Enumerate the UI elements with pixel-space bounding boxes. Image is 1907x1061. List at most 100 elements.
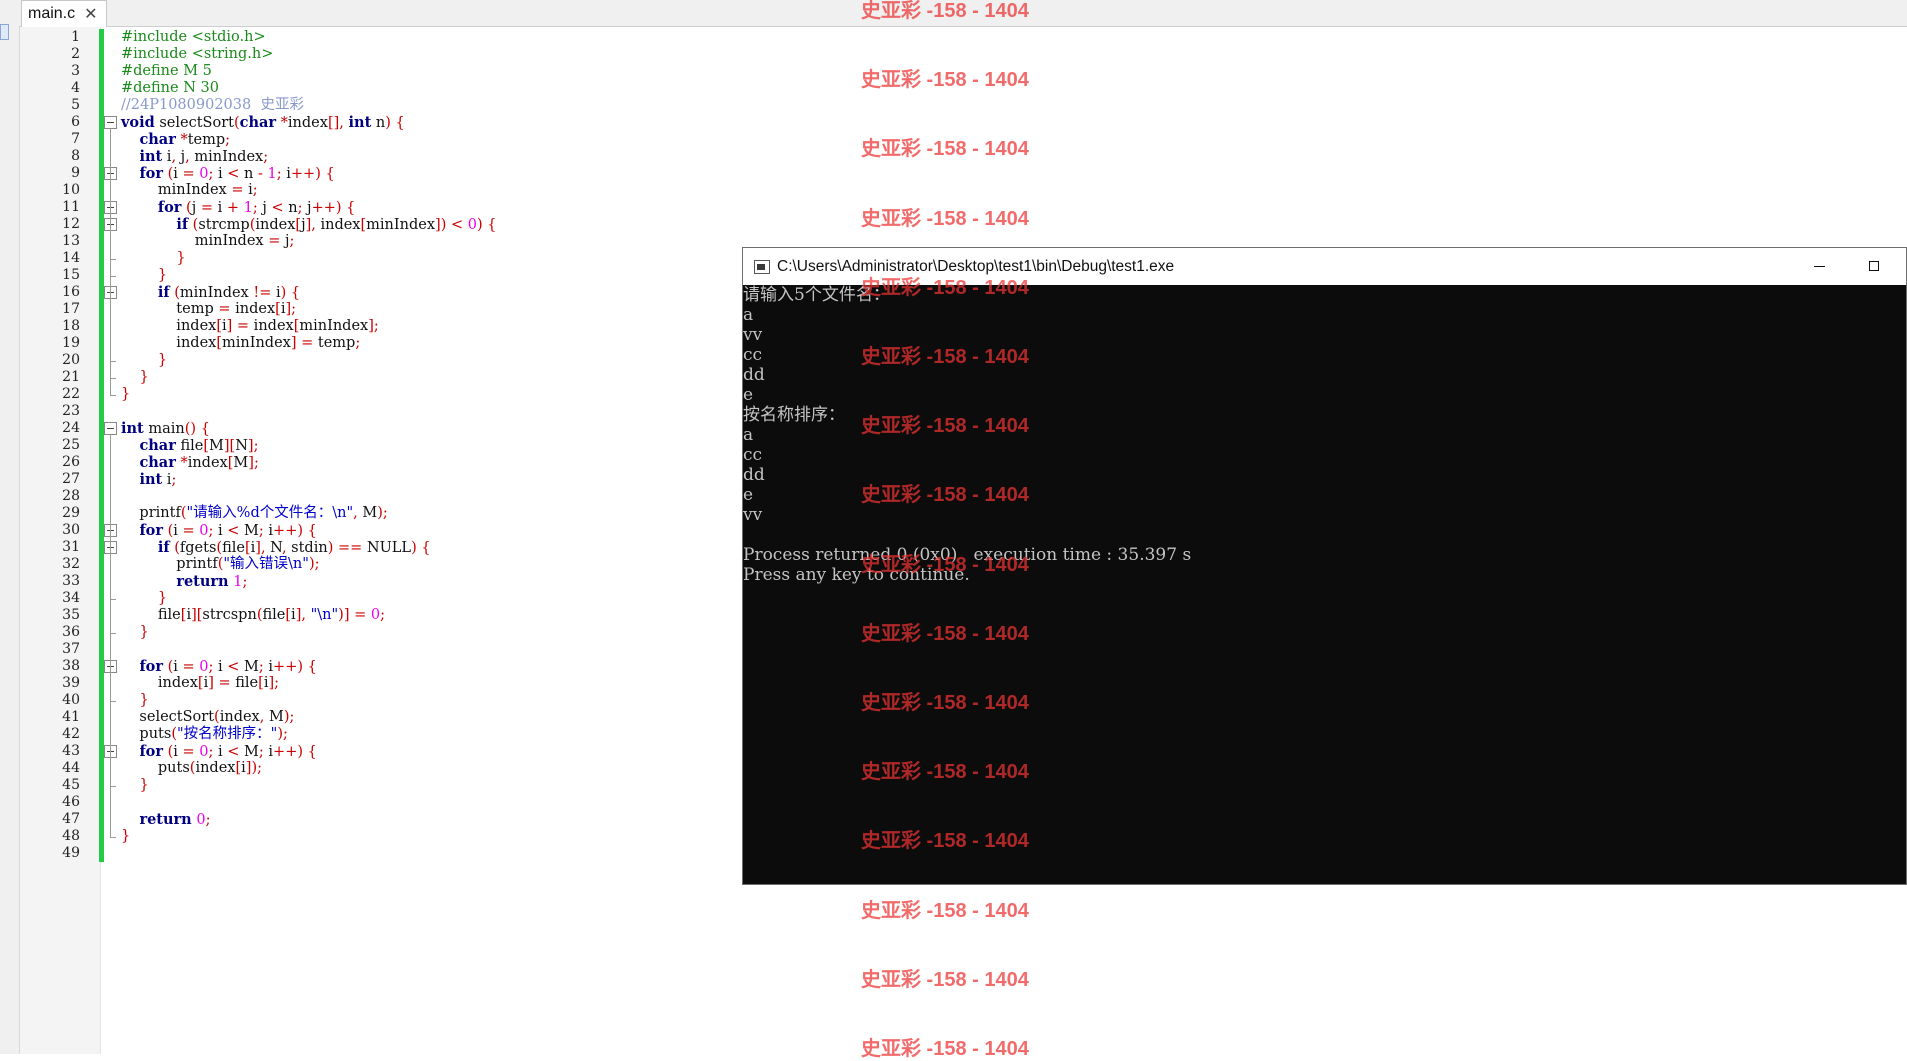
console-window[interactable]: C:\Users\Administrator\Desktop\test1\bin… — [742, 247, 1907, 885]
code-line[interactable]: printf("输入错误\n"); — [121, 556, 761, 573]
code-line[interactable]: return 0; — [121, 811, 761, 828]
line-number: 21 — [62, 369, 80, 385]
close-icon[interactable]: ✕ — [84, 4, 97, 24]
code-line[interactable]: for (j = i + 1; j < n; j++) { — [121, 199, 761, 216]
code-line[interactable]: puts(index[i]); — [121, 760, 761, 777]
left-panel-strip — [0, 0, 20, 1054]
line-number: 27 — [62, 471, 80, 487]
code-line[interactable]: minIndex = i; — [121, 182, 761, 199]
line-number: 28 — [62, 488, 80, 504]
line-number: 3 — [71, 63, 80, 79]
code-line[interactable]: for (i = 0; i < M; i++) { — [121, 658, 761, 675]
code-line[interactable]: return 1; — [121, 573, 761, 590]
line-number: 6 — [71, 114, 80, 130]
code-line[interactable]: #include <string.h> — [121, 46, 761, 63]
line-number: 47 — [62, 811, 80, 827]
line-number: 25 — [62, 437, 80, 453]
line-number: 9 — [71, 165, 80, 181]
code-line[interactable]: index[i] = file[i]; — [121, 675, 761, 692]
line-number: 23 — [62, 403, 80, 419]
fold-end-marker — [110, 259, 116, 260]
code-area[interactable]: #include <stdio.h> #include <string.h> #de… — [121, 29, 761, 862]
console-line: ​ — [743, 525, 1906, 545]
code-line[interactable]: if (fgets(file[i], N, stdin) == NULL) { — [121, 539, 761, 556]
code-line[interactable]: for (i = 0; i < n - 1; i++) { — [121, 165, 761, 182]
code-line[interactable]: } — [121, 369, 761, 386]
fold-guide-line — [110, 129, 111, 395]
code-line[interactable]: } — [121, 828, 761, 845]
code-line[interactable]: index[minIndex] = temp; — [121, 335, 761, 352]
code-line[interactable]: ​ — [121, 488, 761, 505]
fold-toggle-icon[interactable] — [104, 422, 117, 435]
code-line[interactable]: char *temp; — [121, 131, 761, 148]
console-title: C:\Users\Administrator\Desktop\test1\bin… — [777, 257, 1175, 275]
code-line[interactable]: } — [121, 590, 761, 607]
code-line[interactable]: for (i = 0; i < M; i++) { — [121, 743, 761, 760]
code-line[interactable]: int i, j, minIndex; — [121, 148, 761, 165]
console-titlebar[interactable]: C:\Users\Administrator\Desktop\test1\bin… — [743, 248, 1906, 285]
code-line[interactable]: //24P1080902038 史亚彩 — [121, 97, 761, 114]
code-line[interactable]: int main() { — [121, 420, 761, 437]
code-line[interactable]: #define M 5 — [121, 63, 761, 80]
line-number: 4 — [71, 80, 80, 96]
line-number: 33 — [62, 573, 80, 589]
fold-end-marker — [110, 276, 116, 277]
code-line[interactable]: char *index[M]; — [121, 454, 761, 471]
code-line[interactable]: } — [121, 624, 761, 641]
code-line[interactable]: ​ — [121, 641, 761, 658]
panel-handle[interactable] — [0, 24, 9, 40]
line-number: 24 — [62, 420, 80, 436]
minimize-button[interactable] — [1792, 248, 1848, 285]
console-line: Process returned 0 (0x0) execution time … — [743, 545, 1192, 565]
line-number: 16 — [62, 284, 80, 300]
code-line[interactable]: temp = index[i]; — [121, 301, 761, 318]
code-line[interactable]: void selectSort(char *index[], int n) { — [121, 114, 761, 131]
line-number: 41 — [62, 709, 80, 725]
fold-end-marker — [110, 786, 116, 787]
code-line[interactable]: minIndex = j; — [121, 233, 761, 250]
fold-end-marker — [110, 837, 116, 838]
console-line: dd — [743, 365, 765, 385]
maximize-button[interactable] — [1848, 248, 1904, 285]
code-line[interactable]: if (minIndex != i) { — [121, 284, 761, 301]
console-line: cc — [743, 445, 763, 465]
code-line[interactable]: #define N 30 — [121, 80, 761, 97]
line-number: 35 — [62, 607, 80, 623]
code-line[interactable]: } — [121, 267, 761, 284]
code-line[interactable]: } — [121, 692, 761, 709]
code-line[interactable]: printf("请输入%d个文件名：\n", M); — [121, 505, 761, 522]
code-line[interactable]: #include <stdio.h> — [121, 29, 761, 46]
code-line[interactable]: ​ — [121, 794, 761, 811]
line-number: 40 — [62, 692, 80, 708]
code-line[interactable]: char file[M][N]; — [121, 437, 761, 454]
fold-end-marker — [110, 701, 116, 702]
console-line: e — [743, 385, 754, 405]
console-line: e — [743, 485, 754, 505]
line-number: 14 — [62, 250, 80, 266]
code-line[interactable]: index[i] = index[minIndex]; — [121, 318, 761, 335]
code-line[interactable]: int i; — [121, 471, 761, 488]
code-line[interactable]: if (strcmp(index[j], index[minIndex]) < … — [121, 216, 761, 233]
line-number: 48 — [62, 828, 80, 844]
fold-toggle-icon[interactable] — [104, 116, 117, 129]
line-number: 43 — [62, 743, 80, 759]
console-output: 请输入5个文件名：avvccdde按名称排序：accddevv​Process … — [743, 285, 1906, 884]
code-line[interactable]: ​ — [121, 845, 761, 862]
code-line[interactable]: for (i = 0; i < M; i++) { — [121, 522, 761, 539]
line-number: 38 — [62, 658, 80, 674]
code-line[interactable]: } — [121, 250, 761, 267]
console-line: 按名称排序： — [743, 405, 845, 425]
code-line[interactable]: selectSort(index, M); — [121, 709, 761, 726]
console-line: a — [743, 425, 754, 445]
code-line[interactable]: ​ — [121, 403, 761, 420]
code-line[interactable]: puts("按名称排序："); — [121, 726, 761, 743]
console-line: dd — [743, 465, 765, 485]
tab-main-c[interactable]: main.c ✕ — [21, 0, 107, 27]
console-line: 请输入5个文件名： — [743, 285, 890, 305]
line-number: 20 — [62, 352, 80, 368]
code-line[interactable]: } — [121, 386, 761, 403]
code-line[interactable]: } — [121, 777, 761, 794]
line-number: 39 — [62, 675, 80, 691]
code-line[interactable]: file[i][strcspn(file[i], "\n")] = 0; — [121, 607, 761, 624]
code-line[interactable]: } — [121, 352, 761, 369]
